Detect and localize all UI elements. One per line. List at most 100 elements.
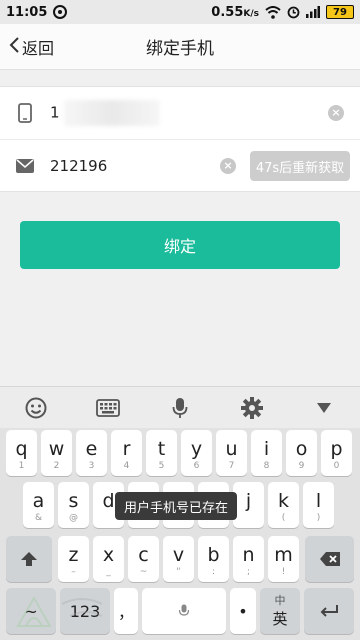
key-alt-char: _ [106, 567, 111, 577]
toast-message: 用户手机号已存在 [115, 492, 238, 520]
key-alt-char: 6 [193, 461, 200, 471]
key-char: n [242, 544, 255, 566]
key-v[interactable]: v " [163, 536, 194, 582]
bind-phone-form: 1 × 212196 × 47s后重新获取 [0, 86, 360, 192]
status-bar: 11:05 0.55K/s 79 [0, 0, 360, 24]
dot-key-label: • [238, 601, 248, 621]
redacted-phone-blur [63, 100, 160, 126]
clear-phone-button[interactable]: × [328, 105, 344, 121]
key-k[interactable]: k( [268, 482, 299, 528]
key-char: l [315, 490, 322, 512]
key-char: k [277, 490, 289, 512]
key-t[interactable]: t5 [146, 430, 177, 476]
wifi-icon [265, 5, 281, 19]
key-char: e [85, 438, 98, 460]
key-alt-char: 7 [228, 461, 235, 471]
key-char: p [330, 438, 343, 460]
backspace-key[interactable] [305, 536, 354, 582]
battery-icon: 79 [326, 5, 354, 19]
key-char: u [225, 438, 238, 460]
dot-key[interactable]: • [230, 588, 256, 634]
key-a[interactable]: a & [23, 482, 54, 528]
key-char: z [68, 544, 79, 566]
verification-code-input[interactable]: 212196 [50, 157, 107, 175]
key-r[interactable]: r4 [111, 430, 142, 476]
key-char: i [263, 438, 270, 460]
code-input-row: 212196 × 47s后重新获取 [0, 139, 360, 191]
watermark-logo [10, 590, 160, 634]
key-y[interactable]: y6 [181, 430, 212, 476]
key-char: j [245, 490, 252, 512]
key-e[interactable]: e3 [76, 430, 107, 476]
shift-arrow-icon [6, 536, 52, 582]
enter-key[interactable] [304, 588, 354, 634]
phone-input[interactable]: 1 [50, 100, 160, 126]
shift-key[interactable] [6, 536, 52, 582]
status-time: 11:05 [6, 4, 48, 20]
key-char: v [172, 544, 185, 566]
key-alt-char: @ [69, 513, 78, 523]
key-char: y [190, 438, 203, 460]
key-i[interactable]: i8 [251, 430, 282, 476]
key-w[interactable]: w2 [41, 430, 72, 476]
envelope-icon [0, 158, 50, 173]
key-z[interactable]: z – [58, 536, 89, 582]
backspace-icon [305, 536, 354, 582]
key-char: w [48, 438, 65, 460]
key-alt-char: 2 [53, 461, 60, 471]
key-q[interactable]: q1 [6, 430, 37, 476]
key-alt-char: ! [281, 567, 286, 577]
key-alt-char: 4 [123, 461, 130, 471]
settings-gear-icon[interactable] [232, 388, 272, 428]
key-alt-char: ( [281, 513, 286, 523]
keyboard-icon[interactable] [88, 388, 128, 428]
key-alt-char: – [71, 567, 76, 577]
key-alt-char: ) [316, 513, 321, 523]
key-u[interactable]: u7 [216, 430, 247, 476]
emoji-icon[interactable] [16, 388, 56, 428]
key-char: q [15, 438, 28, 460]
bind-button[interactable]: 绑定 [20, 221, 340, 269]
app-notification-icon [53, 5, 68, 19]
key-char: r [122, 438, 131, 460]
key-alt-char: : [211, 567, 216, 577]
key-char: m [274, 544, 293, 566]
key-char: x [102, 544, 115, 566]
key-alt-char: 5 [158, 461, 165, 471]
key-alt-char: 9 [298, 461, 305, 471]
enter-return-icon [304, 588, 354, 634]
key-p[interactable]: p0 [321, 430, 352, 476]
lang-main-label: 英 [272, 610, 288, 628]
microphone-icon[interactable] [160, 388, 200, 428]
key-s[interactable]: s @ [58, 482, 89, 528]
phone-input-row: 1 × [0, 87, 360, 139]
key-char: o [295, 438, 308, 460]
key-alt-char: & [34, 513, 43, 523]
key-b[interactable]: b: [198, 536, 229, 582]
phone-icon [0, 103, 50, 123]
key-char: t [157, 438, 166, 460]
key-l[interactable]: l) [303, 482, 334, 528]
keyboard-toolbar [0, 386, 360, 428]
key-alt-char: 8 [263, 461, 270, 471]
back-button[interactable]: 返回 [8, 24, 54, 70]
key-o[interactable]: o9 [286, 430, 317, 476]
network-speed: 0.55K/s [211, 4, 259, 20]
resend-code-button[interactable]: 47s后重新获取 [250, 151, 350, 181]
key-m[interactable]: m! [268, 536, 299, 582]
key-char: c [138, 544, 149, 566]
key-alt-char: ~ [139, 567, 148, 577]
key-alt-char: 3 [88, 461, 95, 471]
key-x[interactable]: x _ [93, 536, 124, 582]
key-j[interactable]: j [233, 482, 264, 528]
signal-icon [306, 6, 320, 18]
chevron-left-icon [8, 36, 20, 58]
key-n[interactable]: n; [233, 536, 264, 582]
nav-header: 返回 绑定手机 [0, 24, 360, 70]
language-key[interactable]: 中英 [260, 588, 300, 634]
key-alt-char: ; [246, 567, 251, 577]
collapse-keyboard-icon[interactable] [304, 388, 344, 428]
clear-code-button[interactable]: × [220, 158, 236, 174]
key-alt-char: 1 [18, 461, 25, 471]
key-c[interactable]: c ~ [128, 536, 159, 582]
